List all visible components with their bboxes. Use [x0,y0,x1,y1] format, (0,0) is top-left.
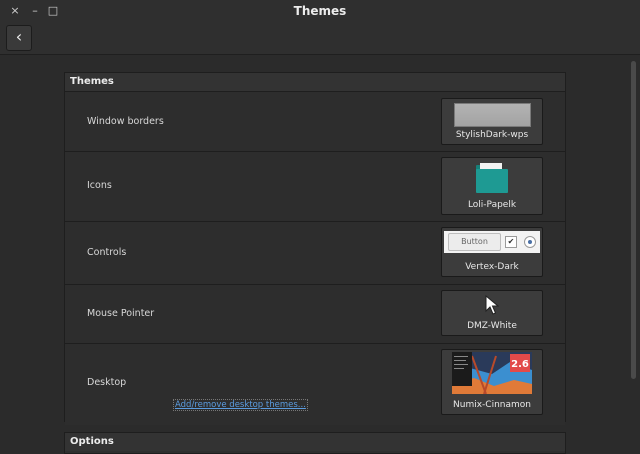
window-borders-chooser-button[interactable]: StylishDark-wps [441,98,543,145]
preview-button: Button [448,233,501,251]
row-label: Window borders [87,116,164,127]
title-bar: × – □ Themes [0,0,640,22]
row-controls: Controls Button ✔ Vertex-Dark [65,222,565,285]
chooser-label: Loli-Papelk [467,200,517,210]
add-remove-desktop-themes-link[interactable]: Add/remove desktop themes... [173,399,308,411]
row-desktop: Desktop 2.6 Numix-Cinnamon Add/remove de… [65,344,565,425]
themes-section: Themes Window borders StylishDark-wps Ic… [64,72,566,425]
row-window-borders: Window borders StylishDark-wps [65,92,565,152]
chooser-label: StylishDark-wps [455,130,529,140]
cursor-arrow-icon [485,295,499,315]
row-label: Controls [87,247,127,258]
row-label: Desktop [87,377,127,388]
row-icons: Icons Loli-Papelk [65,152,565,222]
back-button[interactable]: ‹ [6,25,32,51]
chevron-left-icon: ‹ [15,27,23,46]
desktop-preview-icon: 2.6 [452,352,532,394]
desktop-chooser-button[interactable]: 2.6 Numix-Cinnamon [441,349,543,415]
window-border-preview-icon [454,103,531,127]
checkbox-checked-icon: ✔ [505,236,517,248]
folder-icon [476,163,508,193]
options-section-header: Options [65,433,565,451]
row-mouse-pointer: Mouse Pointer DMZ-White [65,285,565,344]
row-label: Mouse Pointer [87,308,155,319]
controls-preview-icon: Button ✔ [444,231,540,253]
controls-chooser-button[interactable]: Button ✔ Vertex-Dark [441,227,543,277]
options-section: Options [64,432,566,454]
scrollbar-thumb[interactable] [631,61,636,379]
window-title: Themes [293,4,347,18]
vertical-scrollbar[interactable] [627,55,640,450]
themes-section-header: Themes [65,73,565,92]
chooser-label: Numix-Cinnamon [453,400,531,410]
mouse-pointer-chooser-button[interactable]: DMZ-White [441,290,543,336]
radio-selected-icon [524,236,536,248]
toolbar: ‹ [0,22,640,55]
chooser-label: Vertex-Dark [465,262,519,272]
content-area: Themes Window borders StylishDark-wps Ic… [0,55,626,454]
icons-chooser-button[interactable]: Loli-Papelk [441,157,543,215]
desktop-version-badge: 2.6 [511,359,529,370]
chooser-label: DMZ-White [467,321,517,331]
row-label: Icons [87,180,112,191]
